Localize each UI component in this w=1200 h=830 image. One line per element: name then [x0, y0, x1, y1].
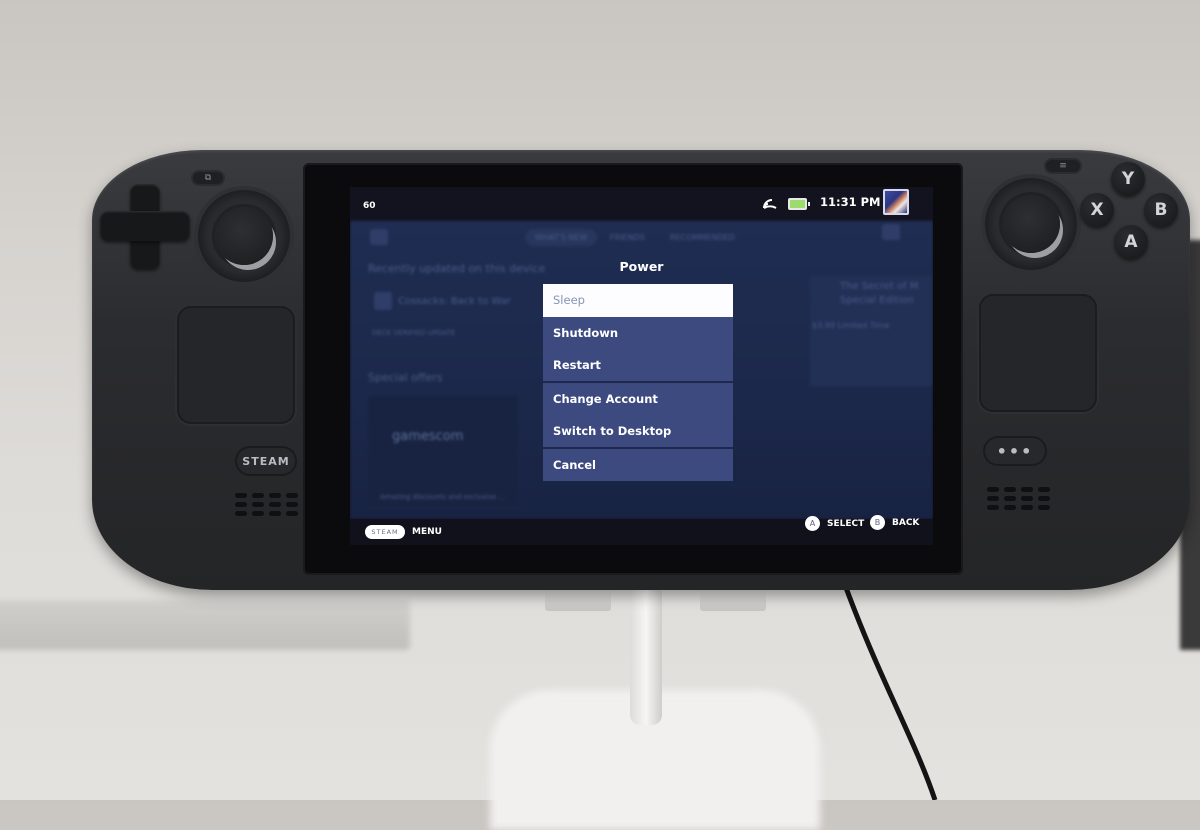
- option-label: Change Account: [553, 392, 658, 406]
- user-avatar[interactable]: [883, 189, 909, 215]
- right-thumbstick[interactable]: [985, 178, 1077, 270]
- option-label: Switch to Desktop: [553, 424, 672, 438]
- dpad-horizontal[interactable]: [100, 211, 190, 241]
- menu-hint: MENU: [412, 527, 442, 537]
- a-label: A: [1124, 232, 1138, 252]
- y-label: Y: [1121, 169, 1135, 189]
- steam-button-label: STEAM: [242, 454, 290, 468]
- power-menu: Sleep Shutdown Restart Change Account Sw…: [543, 284, 733, 481]
- power-option-sleep[interactable]: Sleep: [543, 284, 733, 317]
- left-trackpad[interactable]: [177, 306, 295, 424]
- b-button-glyph[interactable]: B: [870, 515, 885, 530]
- menu-button[interactable]: ≡: [1046, 160, 1080, 172]
- right-speaker-grille: [987, 487, 1050, 510]
- left-thumbstick-cap[interactable]: [215, 207, 273, 265]
- a-button-glyph[interactable]: A: [805, 516, 820, 531]
- more-icon: •••: [996, 441, 1034, 461]
- a-button[interactable]: A: [1114, 225, 1148, 259]
- power-option-shutdown[interactable]: Shutdown: [543, 317, 733, 349]
- wifi-icon: [763, 195, 777, 212]
- x-button[interactable]: X: [1080, 193, 1114, 227]
- option-label: Restart: [553, 358, 601, 372]
- view-button[interactable]: ⧉: [193, 172, 223, 184]
- y-button[interactable]: Y: [1111, 162, 1145, 196]
- power-option-change-account[interactable]: Change Account: [543, 383, 733, 415]
- power-dialog-title: Power: [619, 259, 664, 274]
- laptop-background: [0, 600, 410, 650]
- button-hint-footer: STEAM MENU A SELECT B BACK: [350, 515, 933, 545]
- dpad[interactable]: [100, 184, 190, 269]
- power-option-switch-to-desktop[interactable]: Switch to Desktop: [543, 415, 733, 449]
- steam-button[interactable]: STEAM: [237, 448, 295, 474]
- steam-glyph[interactable]: STEAM: [365, 525, 405, 539]
- b-button[interactable]: B: [1144, 193, 1178, 227]
- right-trackpad[interactable]: [979, 294, 1097, 412]
- fps-counter: 60: [363, 201, 376, 211]
- stand-pole: [630, 585, 662, 725]
- option-label: Cancel: [553, 458, 596, 472]
- power-option-cancel[interactable]: Cancel: [543, 449, 733, 481]
- hamburger-icon: ≡: [1059, 161, 1067, 171]
- battery-icon: [788, 198, 810, 210]
- view-icon: ⧉: [204, 173, 212, 183]
- x-label: X: [1090, 200, 1104, 220]
- clock: 11:31 PM: [820, 195, 881, 209]
- quick-access-button[interactable]: •••: [985, 438, 1045, 464]
- select-hint: SELECT: [827, 519, 865, 529]
- option-label: Shutdown: [553, 326, 619, 340]
- status-bar: 60 11:31 PM: [350, 187, 933, 221]
- left-speaker-grille: [235, 493, 298, 516]
- left-thumbstick[interactable]: [198, 190, 290, 282]
- power-option-restart[interactable]: Restart: [543, 349, 733, 383]
- device-screen: 60 11:31 PM WHAT'S NEW FRIENDS RECOMMEND…: [350, 187, 933, 545]
- right-thumbstick-cap[interactable]: [1002, 195, 1060, 253]
- b-label: B: [1154, 200, 1168, 220]
- back-hint: BACK: [892, 518, 920, 528]
- option-label: Sleep: [553, 293, 585, 307]
